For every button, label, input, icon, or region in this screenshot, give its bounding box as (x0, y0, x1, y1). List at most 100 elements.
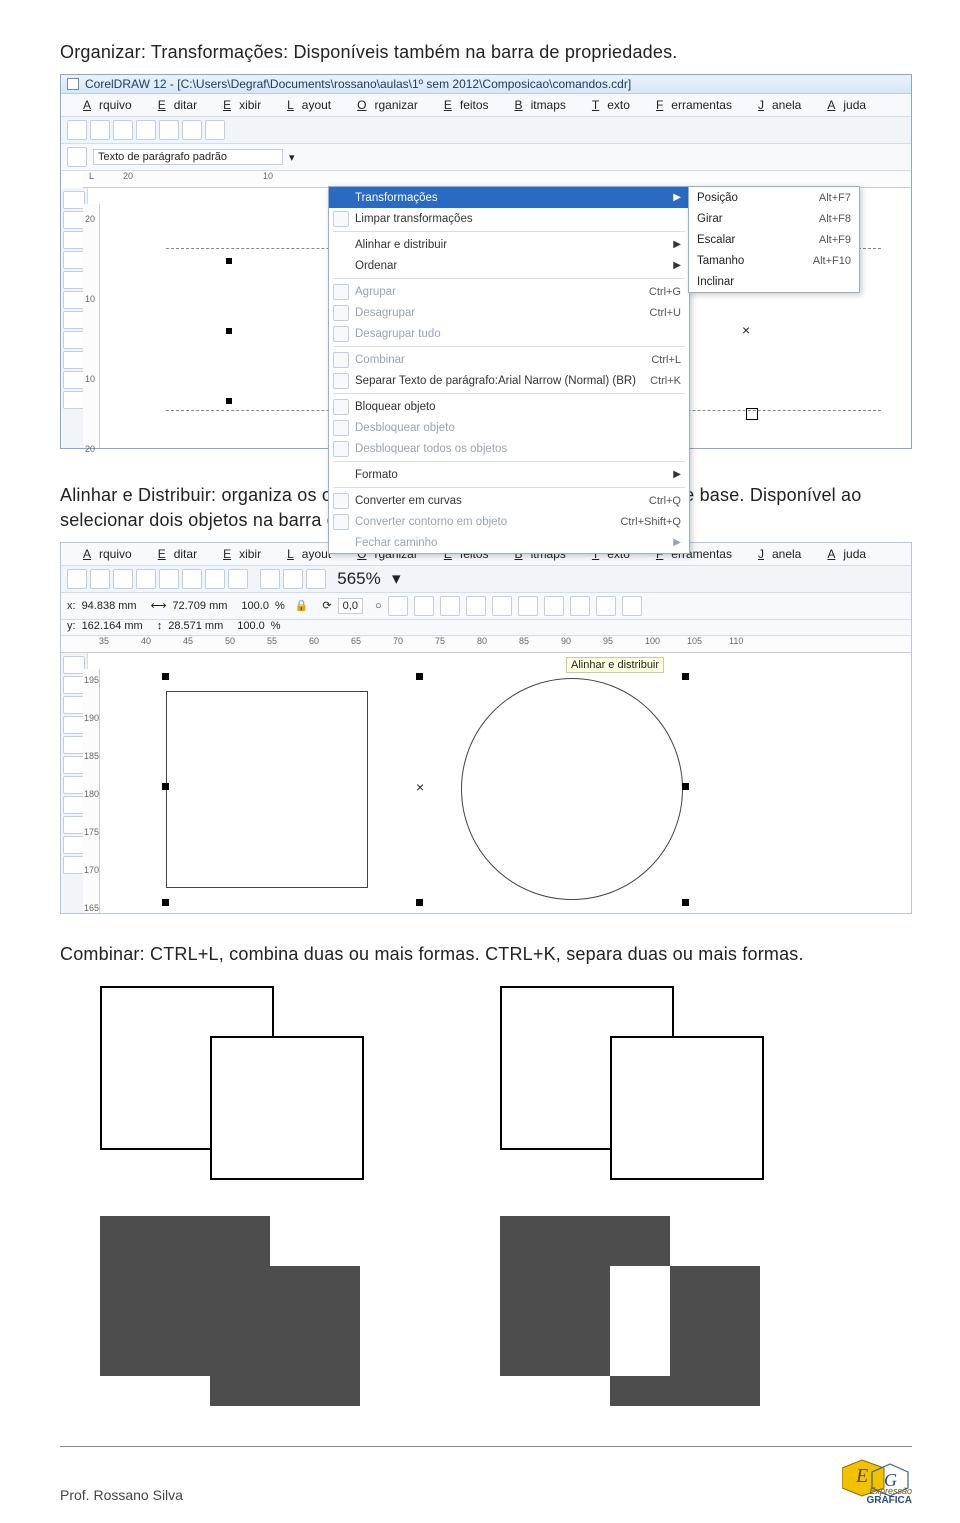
tool-blend[interactable] (63, 351, 85, 369)
menu-ajuda[interactable]: Ajuda (811, 96, 874, 114)
menu-item[interactable]: Alinhar e distribuir▶ (329, 234, 689, 255)
menu-bitmaps[interactable]: Bitmaps (499, 96, 574, 114)
toolbar-btn[interactable] (159, 569, 179, 589)
toolbar-btn[interactable] (283, 569, 303, 589)
align-btn[interactable] (570, 596, 590, 616)
menu-arquivo[interactable]: Arquivo (67, 96, 140, 114)
submenu-item[interactable]: EscalarAlt+F9 (689, 229, 859, 250)
tool-shape[interactable] (63, 211, 85, 229)
transformacoes-submenu[interactable]: PosiçãoAlt+F7GirarAlt+F8EscalarAlt+F9Tam… (688, 186, 860, 293)
align-btn[interactable] (544, 596, 564, 616)
submenu-item[interactable]: TamanhoAlt+F10 (689, 250, 859, 271)
tool-blend[interactable] (63, 816, 85, 834)
tool-zoom[interactable] (63, 696, 85, 714)
toolbar-btn[interactable] (260, 569, 280, 589)
menu-efeitos[interactable]: Efeitos (428, 96, 497, 114)
tool-rect[interactable] (63, 271, 85, 289)
align-btn[interactable] (492, 596, 512, 616)
menu-janela[interactable]: Janela (742, 545, 809, 563)
tool-text[interactable] (63, 331, 85, 349)
toolbar-btn[interactable] (67, 569, 87, 589)
menu-item[interactable]: DesagruparCtrl+U (329, 302, 689, 323)
standard-toolbar[interactable] (61, 117, 911, 144)
toolbar-btn[interactable] (113, 120, 133, 140)
tool-polygon[interactable] (63, 776, 85, 794)
tool-pick[interactable] (63, 191, 85, 209)
toolbar-btn[interactable] (136, 120, 156, 140)
standard-toolbar[interactable]: 565% ▾ (61, 566, 911, 593)
align-btn[interactable] (440, 596, 460, 616)
tool-outline[interactable] (63, 836, 85, 854)
menu-item[interactable]: Converter contorno em objetoCtrl+Shift+Q (329, 511, 689, 532)
menu-item[interactable]: Separar Texto de parágrafo:Arial Narrow … (329, 370, 689, 391)
drawing-canvas[interactable]: Alinhar e distribuir × (126, 653, 911, 913)
menu-item[interactable]: Ordenar▶ (329, 255, 689, 276)
menu-item[interactable]: Bloquear objeto (329, 396, 689, 417)
menu-ajuda[interactable]: Ajuda (811, 545, 874, 563)
align-btn[interactable] (518, 596, 538, 616)
tool-ellipse[interactable] (63, 291, 85, 309)
align-btn[interactable] (596, 596, 616, 616)
toolbar-btn[interactable] (205, 120, 225, 140)
toolbar-btn[interactable] (228, 569, 248, 589)
organizar-menu[interactable]: Transformações▶Limpar transformações Alin… (328, 186, 690, 554)
submenu-item[interactable]: GirarAlt+F8 (689, 208, 859, 229)
align-btn[interactable] (622, 596, 642, 616)
toolbar-btn[interactable] (90, 120, 110, 140)
tool-polygon[interactable] (63, 311, 85, 329)
menu-texto[interactable]: Texto (576, 96, 638, 114)
tool-shape[interactable] (63, 676, 85, 694)
toolbar-btn[interactable] (182, 569, 202, 589)
tool-ellipse[interactable] (63, 756, 85, 774)
menu-item[interactable]: Desagrupar tudo (329, 323, 689, 344)
menu-organizar[interactable]: Organizar (341, 96, 426, 114)
zoom-field[interactable]: 565% (329, 569, 389, 589)
menu-bar[interactable]: ArquivoEditarExibirLayoutOrganizarEfeito… (61, 94, 911, 117)
toolbar-btn[interactable] (205, 569, 225, 589)
tool-freehand[interactable] (63, 251, 85, 269)
menu-item[interactable]: Formato▶ (329, 464, 689, 485)
menu-janela[interactable]: Janela (742, 96, 809, 114)
menu-item[interactable]: Desbloquear todos os objetos (329, 438, 689, 459)
align-btn[interactable] (466, 596, 486, 616)
tool-text[interactable] (63, 796, 85, 814)
toolbar-btn[interactable] (306, 569, 326, 589)
text-style-field[interactable]: Texto de parágrafo padrão (93, 149, 283, 165)
menu-item[interactable]: AgruparCtrl+G (329, 281, 689, 302)
menu-arquivo[interactable]: Arquivo (67, 545, 140, 563)
menu-layout[interactable]: Layout (271, 96, 339, 114)
prop-icon[interactable] (67, 147, 87, 167)
tool-fill[interactable] (63, 856, 85, 874)
menu-item[interactable]: CombinarCtrl+L (329, 349, 689, 370)
menu-exibir[interactable]: Exibir (207, 96, 269, 114)
tool-rect[interactable] (63, 736, 85, 754)
rectangle-object[interactable] (166, 691, 368, 888)
property-bar[interactable]: x: 94.838 mm ⟷ 72.709 mm 100.0% 🔒 ⟳ 0,0 … (61, 593, 911, 620)
tool-zoom[interactable] (63, 231, 85, 249)
toolbar-btn[interactable] (90, 569, 110, 589)
menu-item[interactable]: Fechar caminho▶ (329, 532, 689, 553)
menu-item[interactable]: Transformações▶ (329, 187, 689, 208)
drawing-canvas[interactable]: × Transformações▶Limpar transformaçõesAl… (126, 188, 911, 448)
toolbar-btn[interactable] (182, 120, 202, 140)
tool-pick[interactable] (63, 656, 85, 674)
toolbar-btn[interactable] (159, 120, 179, 140)
tool-freehand[interactable] (63, 716, 85, 734)
menu-exibir[interactable]: Exibir (207, 545, 269, 563)
tool-outline[interactable] (63, 371, 85, 389)
menu-ferramentas[interactable]: Ferramentas (640, 96, 740, 114)
submenu-item[interactable]: Inclinar (689, 271, 859, 292)
menu-item[interactable]: Converter em curvasCtrl+Q (329, 490, 689, 511)
mirror-h-btn[interactable] (388, 596, 408, 616)
toolbar-btn[interactable] (136, 569, 156, 589)
mirror-v-btn[interactable] (414, 596, 434, 616)
tool-fill[interactable] (63, 391, 85, 409)
property-bar[interactable]: Texto de parágrafo padrão ▾ (61, 144, 911, 171)
menu-editar[interactable]: Editar (142, 96, 205, 114)
menu-item[interactable]: Limpar transformações (329, 208, 689, 229)
toolbar-btn[interactable] (67, 120, 87, 140)
toolbar-btn[interactable] (113, 569, 133, 589)
menu-item[interactable]: Desbloquear objeto (329, 417, 689, 438)
submenu-item[interactable]: PosiçãoAlt+F7 (689, 187, 859, 208)
ellipse-object[interactable] (461, 678, 683, 900)
